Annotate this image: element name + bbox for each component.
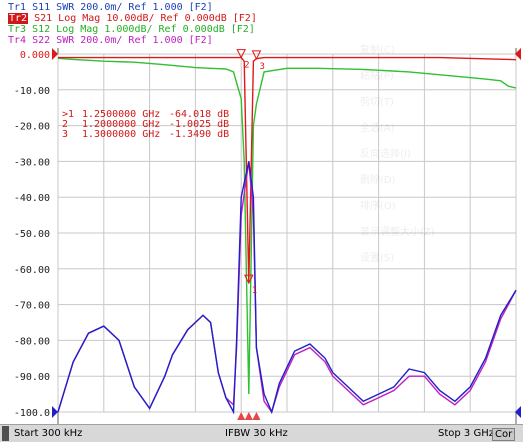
correction-badge[interactable]: Cor: [492, 428, 516, 441]
menu-item-paste: 粘贴(P): [360, 71, 394, 82]
y-tick-label: 0.000: [20, 50, 50, 61]
menu-item-copy: 复制(C): [360, 45, 395, 56]
scale-arrow-left[interactable]: [52, 406, 58, 418]
y-tick-label: -50.00: [14, 229, 50, 240]
marker-3-value: -1.3490 dB: [169, 129, 229, 140]
ghost-context-menu: 复制(C) 粘贴(P) 剪切(T) 全选(A) 反向选择(I) 删除(D) 排序…: [328, 38, 468, 290]
menu-item-select-all: 全选(A): [360, 123, 395, 134]
stop-freq[interactable]: Stop 3 GHz: [438, 428, 494, 439]
marker-2-stimulus-tick: [237, 412, 246, 420]
menu-item-settings: 设置(S): [360, 253, 395, 264]
marker-3-freq: 1.3000000 GHz: [82, 129, 160, 140]
menu-item-sort: 排序(O): [360, 201, 396, 212]
menu-item-cut: 剪切(T): [360, 97, 394, 108]
marker-3-stimulus-tick: [252, 412, 261, 420]
marker-1-stimulus-tick: [244, 412, 253, 420]
start-freq[interactable]: Start 300 kHz: [14, 428, 82, 439]
y-tick-label: -70.00: [14, 301, 50, 312]
menu-item-invert: 反向选择(I): [360, 149, 411, 160]
menu-item-delete: 删除(D): [360, 175, 396, 186]
marker-3-label: 3: [62, 129, 68, 140]
y-tick-label: -40.00: [14, 193, 50, 204]
y-tick-label: -20.00: [14, 122, 50, 133]
y-tick-label: -60.00: [14, 265, 50, 276]
ifbw-value[interactable]: IFBW 30 kHz: [225, 428, 288, 439]
y-tick-label: -80.00: [14, 336, 50, 347]
menu-item-resize: 显示调整大小(Z): [360, 227, 435, 238]
marker-3-number: 3: [259, 62, 264, 72]
status-bar: Start 300 kHz IFBW 30 kHz Stop 3 GHz Cor: [0, 424, 523, 442]
y-axis-labels: 0.000 -10.00 -20.00 -30.00 -40.00 -50.00 -60.0…: [14, 50, 50, 419]
marker-2-number: 2: [244, 61, 249, 71]
y-tick-label: -10.00: [14, 86, 50, 97]
y-tick-label: -100.0: [14, 408, 50, 419]
marker-1-number: 1: [252, 286, 257, 296]
marker-readout: >1 1.2500000 GHz -64.018 dB 2 1.2000000 …: [62, 109, 229, 140]
channel-indicator[interactable]: [2, 426, 9, 441]
ref-level-arrow-left[interactable]: [52, 48, 58, 60]
y-tick-label: -90.00: [14, 372, 50, 383]
y-tick-label: -30.00: [14, 157, 50, 168]
